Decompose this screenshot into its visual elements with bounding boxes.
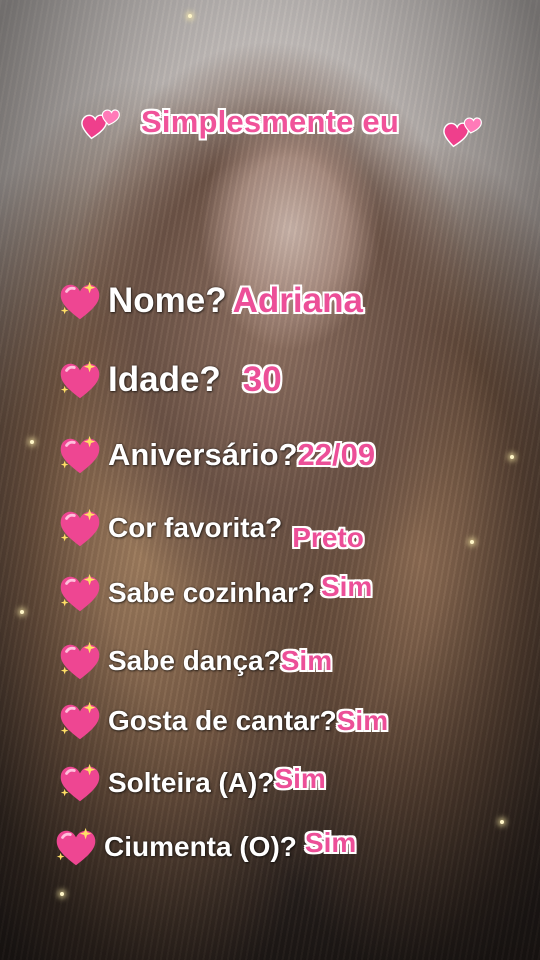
sparkle bbox=[500, 820, 504, 824]
question-label: Nome? bbox=[108, 281, 227, 320]
sparkling-heart-icon bbox=[56, 760, 104, 806]
list-item: Idade? 30 bbox=[56, 355, 282, 405]
sparkle bbox=[60, 892, 64, 896]
sparkle bbox=[510, 455, 514, 459]
list-item: Ciumenta (O)? Sim bbox=[52, 822, 356, 872]
sparkling-heart-icon bbox=[56, 638, 104, 684]
sparkling-heart-icon bbox=[56, 432, 104, 478]
question-label: Sabe cozinhar? bbox=[108, 577, 315, 608]
answer-value: 22/09 bbox=[297, 437, 376, 472]
sparkling-heart-icon bbox=[52, 824, 100, 870]
question-label: Solteira (A)? bbox=[108, 767, 275, 798]
sparkle bbox=[30, 440, 34, 444]
list-item: Aniversário? 22/09 bbox=[56, 430, 375, 480]
answer-value: Sim bbox=[320, 571, 373, 602]
answer-value: Sim bbox=[274, 763, 326, 794]
question-label: Aniversário? bbox=[108, 437, 298, 472]
question-label: Idade? bbox=[108, 360, 221, 399]
question-label: Cor favorita? bbox=[108, 512, 283, 543]
answer-value: Sim bbox=[336, 705, 389, 736]
answer-value: 30 bbox=[242, 360, 282, 399]
list-item: Sabe cozinhar? Sim bbox=[56, 568, 372, 618]
list-item: Sabe dança? Sim bbox=[56, 636, 332, 686]
sparkle bbox=[20, 610, 24, 614]
question-label: Ciumenta (O)? bbox=[104, 831, 297, 862]
page-title: Simplesmente eu bbox=[141, 104, 399, 139]
sparkling-heart-icon bbox=[56, 357, 104, 403]
answer-value: Preto bbox=[292, 522, 364, 553]
answer-value: Sim bbox=[280, 645, 333, 676]
sparkling-heart-icon bbox=[56, 698, 104, 744]
sparkle bbox=[188, 14, 192, 18]
list-item: Nome? Adriana bbox=[56, 276, 363, 326]
question-label: Gosta de cantar? bbox=[108, 705, 337, 736]
list-item: Gosta de cantar? Sim bbox=[56, 696, 388, 746]
sparkling-heart-icon bbox=[56, 278, 104, 324]
answer-value: Adriana bbox=[232, 281, 363, 320]
list-item: Solteira (A)? Sim bbox=[56, 758, 326, 808]
question-label: Sabe dança? bbox=[108, 645, 281, 676]
sparkling-heart-icon bbox=[56, 570, 104, 616]
list-item: Cor favorita? Preto bbox=[56, 503, 364, 553]
sparkle bbox=[470, 540, 474, 544]
answer-value: Sim bbox=[304, 827, 357, 858]
sparkling-heart-icon bbox=[56, 505, 104, 551]
